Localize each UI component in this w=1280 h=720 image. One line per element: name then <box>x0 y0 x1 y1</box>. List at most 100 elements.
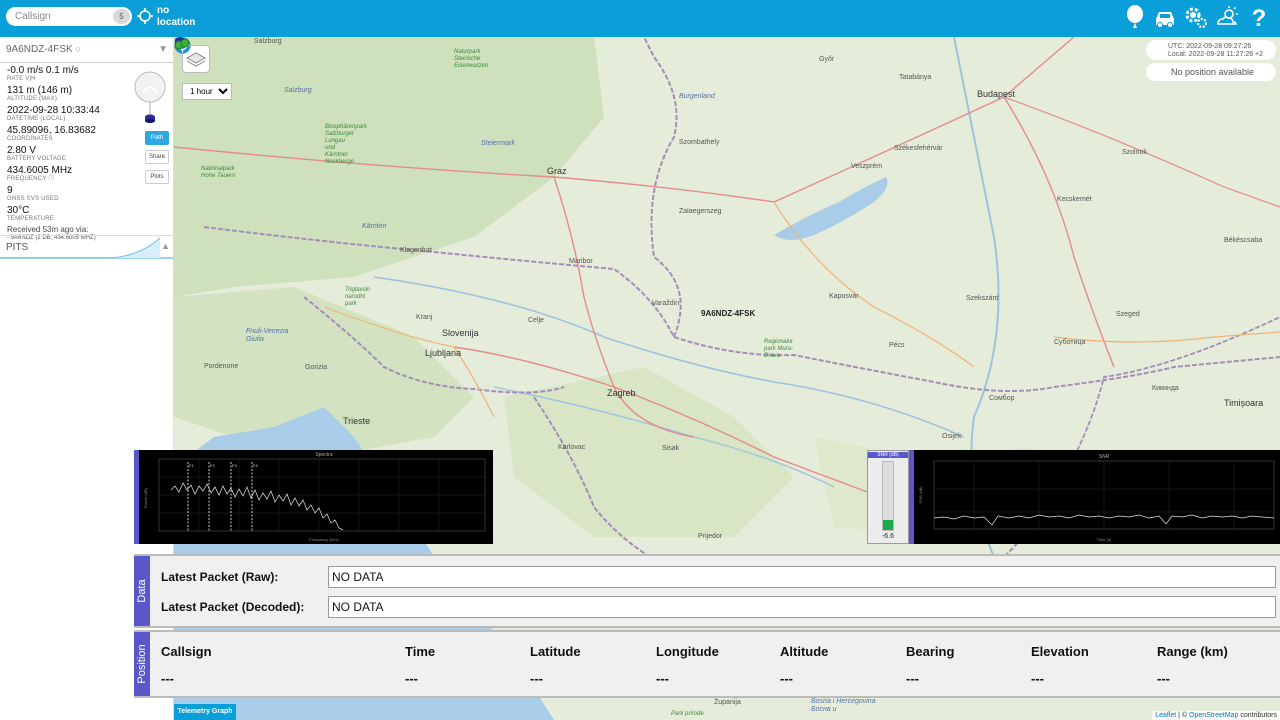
spectrum-marker-label: F2 <box>210 463 215 468</box>
map-label: Tatabánya <box>899 74 932 81</box>
map-label: Varaždin <box>652 300 680 307</box>
help-icon[interactable]: ? <box>1246 4 1272 30</box>
map-label: Ljubljana <box>425 348 462 358</box>
spectrum-marker-label: F3 <box>232 463 237 468</box>
pits-label: PITS <box>6 242 29 253</box>
decoded-packet-value[interactable]: NO DATA <box>328 596 1276 618</box>
snr-meter-fill <box>883 520 893 530</box>
map-label: Szolnok <box>1122 149 1147 156</box>
snr-meter: SNR (dB) -6.6 <box>867 450 909 544</box>
map-label: Сомбор <box>989 395 1015 402</box>
map-label: Klagenfurt <box>400 247 432 254</box>
field-label: TEMPERATURE <box>7 216 55 222</box>
map-label: Karlovac <box>558 444 586 451</box>
weather-icon[interactable] <box>1214 4 1240 30</box>
received-status: Received 53m ago via: <box>7 225 89 234</box>
decoded-packet-label: Latest Packet (Decoded): <box>161 600 305 614</box>
locate-icon[interactable] <box>137 8 153 24</box>
location-status: no location <box>157 5 196 28</box>
map-label: Celje <box>528 317 544 324</box>
map-label: Triglavski narodni park <box>345 287 370 307</box>
map-label: Salzburg <box>254 38 282 45</box>
position-display: No position available <box>1146 63 1276 81</box>
share-button[interactable]: Share <box>145 150 169 164</box>
openstreetmap-link[interactable]: OpenStreetMap <box>1189 712 1238 719</box>
position-cell: --- <box>906 671 919 686</box>
position-column-header: Range (km) <box>1157 644 1228 659</box>
spectrum-ylabel: Power (dB) <box>143 487 148 508</box>
spectrum-marker-label: F1 <box>189 463 194 468</box>
map-label: Szekszárd <box>966 295 999 302</box>
map-label: Prijedor <box>698 533 723 540</box>
raw-packet-value[interactable]: NO DATA <box>328 566 1276 588</box>
map-label: Szeged <box>1116 311 1140 318</box>
snr-meter-title: SNR (dB) <box>868 452 908 458</box>
spectrum-xlabel: Frequency (kHz) <box>309 537 339 542</box>
map-label: Salzburg <box>284 87 312 94</box>
position-cell: --- <box>780 671 793 686</box>
duration-select[interactable]: 1 hour <box>182 83 232 100</box>
chevron-down-icon[interactable]: ▼ <box>158 44 168 55</box>
position-column-header: Longitude <box>656 644 719 659</box>
map-label: Pécs <box>889 342 905 349</box>
spectrum-plot: Spectra F1 F2 F3 F4 Frequency (kHz) Powe… <box>139 450 493 544</box>
position-column-header: Latitude <box>530 644 581 659</box>
spectrum-chart: Spectra F1 F2 F3 F4 Frequency (kHz) Powe… <box>143 452 486 542</box>
track-points-icon[interactable] <box>174 37 192 51</box>
map-label: Regionalni park Mura- Drava <box>764 339 794 359</box>
position-section: Position Callsign Time Latitude Longitud… <box>134 630 1280 698</box>
position-column-header: Altitude <box>780 644 829 659</box>
data-section-tab: Data <box>134 556 150 626</box>
search-count-badge: 5 <box>113 9 130 24</box>
map-label: Кикинда <box>1152 385 1179 392</box>
map-label: Trieste <box>343 416 371 426</box>
position-column-header: Time <box>405 644 436 659</box>
snr-meter-value: -6.6 <box>881 533 895 540</box>
car-icon[interactable] <box>1152 4 1178 30</box>
snr-chart: SNR Time (s) SNR (dB) <box>918 454 1275 542</box>
utc-time: UTC: 2022-09-28 09:27:26 <box>1168 43 1252 50</box>
plots-button[interactable]: Plots <box>145 170 169 184</box>
map-label: Steiermark <box>481 140 515 147</box>
map-attribution: Leaflet | © OpenStreetMap contributors <box>1152 711 1280 720</box>
position-column-header: Bearing <box>906 644 955 659</box>
position-cell: --- <box>405 671 418 686</box>
position-cell: --- <box>1031 671 1044 686</box>
balloon-icon[interactable] <box>1122 4 1148 30</box>
map-label: Суботица <box>1054 339 1086 346</box>
position-column-header: Callsign <box>161 644 212 659</box>
path-button[interactable]: Path <box>145 131 169 145</box>
field-gnss: 9 GNSS SVS USED <box>0 186 173 203</box>
position-section-tab: Position <box>134 632 150 696</box>
position-cell: --- <box>161 671 174 686</box>
map-label: Timișoara <box>1224 398 1264 408</box>
map-label: Kaposvár <box>829 293 859 300</box>
settings-icon[interactable] <box>1183 4 1209 30</box>
map-label: Osijek <box>942 433 962 440</box>
telemetry-graph-button[interactable]: Telemetry Graph <box>174 704 236 720</box>
leaflet-link[interactable]: Leaflet <box>1155 712 1176 719</box>
field-temperature: 30°C TEMPERATURE <box>0 206 173 223</box>
chevron-up-icon[interactable]: ▲ <box>161 241 170 251</box>
attribution-text: contributors <box>1238 712 1277 719</box>
map-label: Županija <box>714 699 741 706</box>
map-label: Kecskemét <box>1057 196 1092 203</box>
payload-header[interactable]: 9A6NDZ-4FSK ○ ▼ <box>0 37 173 63</box>
map-label: Békéscsaba <box>1224 237 1263 244</box>
map-label: Maribor <box>569 258 593 265</box>
map-label: Pordenone <box>204 363 239 370</box>
map-label: Szombathely <box>679 139 720 146</box>
attribution-separator: | © <box>1176 712 1190 719</box>
target-icon[interactable]: ○ <box>75 44 80 54</box>
position-cell: --- <box>656 671 669 686</box>
map-label: Slovenija <box>442 328 479 338</box>
map-label: Győr <box>819 56 835 63</box>
data-section: Data Latest Packet (Raw): NO DATA Latest… <box>134 554 1280 628</box>
position-tab-label: Position <box>136 644 148 684</box>
payload-marker-label: 9A6NDZ-4FSK <box>701 309 756 318</box>
top-bar: 5 no location ? <box>0 0 1280 37</box>
pits-payload-row[interactable]: PITS ▲ <box>0 235 174 259</box>
snr-xlabel: Time (s) <box>1097 537 1112 542</box>
map-label: Sisak <box>662 445 680 452</box>
map-label: Park prirode <box>671 711 704 717</box>
